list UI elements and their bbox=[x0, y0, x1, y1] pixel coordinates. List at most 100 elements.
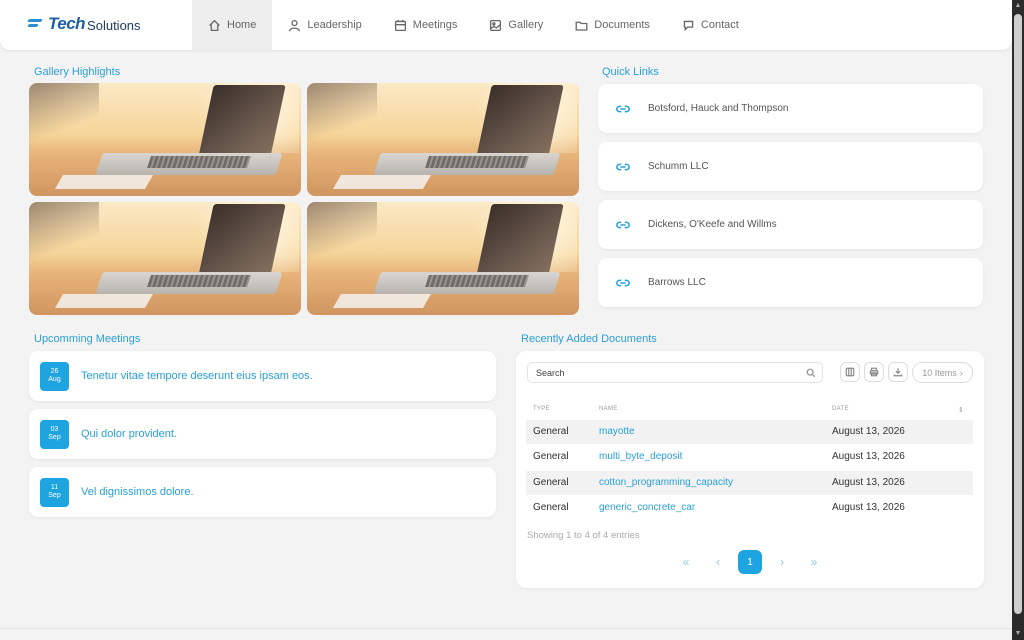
logo-text-tech: Tech bbox=[48, 14, 86, 33]
table-row[interactable]: General mayotte August 13, 2026 bbox=[526, 420, 973, 444]
nav-gallery-label: Gallery bbox=[508, 19, 544, 31]
nav-contact[interactable]: Contact bbox=[666, 0, 755, 50]
documents-table-card: Search 10 Items › TYPE NAME DATE ⇕ Gener… bbox=[516, 351, 984, 588]
date-day: 03 bbox=[50, 426, 59, 433]
link-icon bbox=[616, 163, 630, 170]
nav-home[interactable]: Home bbox=[192, 0, 273, 50]
gallery-image[interactable] bbox=[29, 83, 301, 196]
nav-meetings[interactable]: Meetings bbox=[378, 0, 474, 50]
scroll-down-arrow-icon[interactable]: ▼ bbox=[1014, 630, 1022, 638]
cell-type: General bbox=[533, 502, 569, 513]
nav-documents[interactable]: Documents bbox=[559, 0, 666, 50]
main-nav: Home Leadership Meetings Gallery Documen… bbox=[192, 0, 755, 50]
nav-documents-label: Documents bbox=[594, 19, 650, 31]
nav-gallery[interactable]: Gallery bbox=[473, 0, 559, 50]
date-day: 26 bbox=[50, 368, 59, 375]
table-row[interactable]: General multi_byte_deposit August 13, 20… bbox=[526, 445, 973, 469]
date-badge: 11 Sep bbox=[40, 477, 69, 507]
page-1-button[interactable]: 1 bbox=[738, 550, 762, 574]
cell-name-link[interactable]: multi_byte_deposit bbox=[599, 451, 682, 462]
date-badge: 26 Aug bbox=[40, 361, 69, 391]
meeting-item[interactable]: 11 Sep Vel dignissimos dolore. bbox=[29, 467, 496, 517]
scroll-up-arrow-icon[interactable]: ▲ bbox=[1014, 2, 1022, 10]
gallery-title: Gallery Highlights bbox=[34, 66, 121, 78]
date-month: Aug bbox=[48, 376, 61, 383]
quick-link-item[interactable]: Schumm LLC bbox=[598, 142, 983, 191]
chevron-right-icon: › bbox=[959, 367, 963, 378]
cell-date: August 13, 2026 bbox=[832, 502, 905, 513]
last-page-button[interactable]: » bbox=[802, 550, 826, 574]
link-icon bbox=[616, 279, 630, 286]
nav-leadership[interactable]: Leadership bbox=[272, 0, 377, 50]
column-header-name[interactable]: NAME bbox=[599, 406, 618, 412]
meeting-item[interactable]: 03 Sep Qui dolor provident. bbox=[29, 409, 496, 459]
cell-type: General bbox=[533, 451, 569, 462]
vertical-scrollbar[interactable]: ▲ ▼ bbox=[1012, 0, 1024, 640]
footer-divider bbox=[0, 628, 1012, 629]
chat-icon bbox=[683, 20, 694, 31]
items-per-page-select[interactable]: 10 Items › bbox=[912, 362, 973, 383]
cell-name-link[interactable]: generic_concrete_car bbox=[599, 502, 695, 513]
download-button[interactable] bbox=[888, 362, 908, 382]
date-badge: 03 Sep bbox=[40, 419, 69, 449]
print-icon bbox=[869, 367, 879, 377]
sort-icon[interactable]: ⇕ bbox=[958, 406, 964, 414]
brand-logo[interactable]: Tech Solutions bbox=[27, 14, 141, 34]
column-header-date[interactable]: DATE bbox=[832, 406, 849, 412]
logo-text-solutions: Solutions bbox=[87, 17, 141, 33]
nav-leadership-label: Leadership bbox=[307, 19, 362, 31]
date-month: Sep bbox=[48, 434, 61, 441]
columns-button[interactable] bbox=[840, 362, 860, 382]
table-row[interactable]: General cotton_programming_capacity Augu… bbox=[526, 471, 973, 495]
columns-icon bbox=[845, 367, 855, 377]
top-navbar: Tech Solutions Home Leadership Meetings … bbox=[0, 0, 1012, 50]
image-icon bbox=[490, 19, 502, 31]
quick-link-label: Schumm LLC bbox=[648, 161, 709, 172]
print-button[interactable] bbox=[864, 362, 884, 382]
quick-links-title: Quick Links bbox=[602, 66, 659, 78]
next-page-button[interactable]: › bbox=[770, 550, 794, 574]
logo-mark-icon bbox=[27, 17, 46, 31]
first-page-button[interactable]: « bbox=[674, 550, 698, 574]
link-icon bbox=[616, 221, 630, 228]
quick-link-item[interactable]: Barrows LLC bbox=[598, 258, 983, 307]
cell-date: August 13, 2026 bbox=[832, 451, 905, 462]
home-icon bbox=[209, 19, 220, 31]
meeting-item[interactable]: 26 Aug Tenetur vitae tempore deserunt ei… bbox=[29, 351, 496, 401]
cell-name-link[interactable]: cotton_programming_capacity bbox=[599, 477, 733, 488]
nav-meetings-label: Meetings bbox=[412, 19, 458, 31]
quick-link-label: Dickens, O'Keefe and Willms bbox=[648, 219, 777, 230]
pagination-info: Showing 1 to 4 of 4 entries bbox=[527, 530, 640, 541]
scrollbar-thumb[interactable] bbox=[1014, 14, 1022, 614]
nav-home-label: Home bbox=[227, 19, 257, 31]
gallery-image[interactable] bbox=[29, 202, 301, 315]
quick-link-label: Barrows LLC bbox=[648, 277, 706, 288]
nav-contact-label: Contact bbox=[700, 19, 739, 31]
quick-link-label: Botsford, Hauck and Thompson bbox=[648, 103, 789, 114]
table-row[interactable]: General generic_concrete_car August 13, … bbox=[526, 496, 973, 520]
meeting-title: Qui dolor provident. bbox=[81, 428, 177, 440]
quick-link-item[interactable]: Dickens, O'Keefe and Willms bbox=[598, 200, 983, 249]
meetings-title: Upcomming Meetings bbox=[34, 333, 141, 345]
meeting-title: Vel dignissimos dolore. bbox=[81, 486, 194, 498]
gallery-image[interactable] bbox=[307, 83, 579, 196]
prev-page-button[interactable]: ‹ bbox=[706, 550, 730, 574]
calendar-icon bbox=[394, 19, 406, 31]
search-input[interactable]: Search bbox=[527, 362, 823, 383]
date-month: Sep bbox=[48, 492, 61, 499]
quick-link-item[interactable]: Botsford, Hauck and Thompson bbox=[598, 84, 983, 133]
folder-icon bbox=[575, 21, 588, 31]
cell-type: General bbox=[533, 477, 569, 488]
search-icon bbox=[806, 368, 816, 377]
cell-date: August 13, 2026 bbox=[832, 426, 905, 437]
items-per-page-label: 10 Items bbox=[922, 367, 957, 378]
meeting-title: Tenetur vitae tempore deserunt eius ipsa… bbox=[81, 370, 313, 382]
column-header-type[interactable]: TYPE bbox=[533, 406, 550, 412]
person-icon bbox=[289, 19, 301, 31]
link-icon bbox=[616, 105, 630, 112]
cell-type: General bbox=[533, 426, 569, 437]
cell-date: August 13, 2026 bbox=[832, 477, 905, 488]
date-day: 11 bbox=[50, 484, 59, 491]
cell-name-link[interactable]: mayotte bbox=[599, 426, 635, 437]
gallery-image[interactable] bbox=[307, 202, 579, 315]
